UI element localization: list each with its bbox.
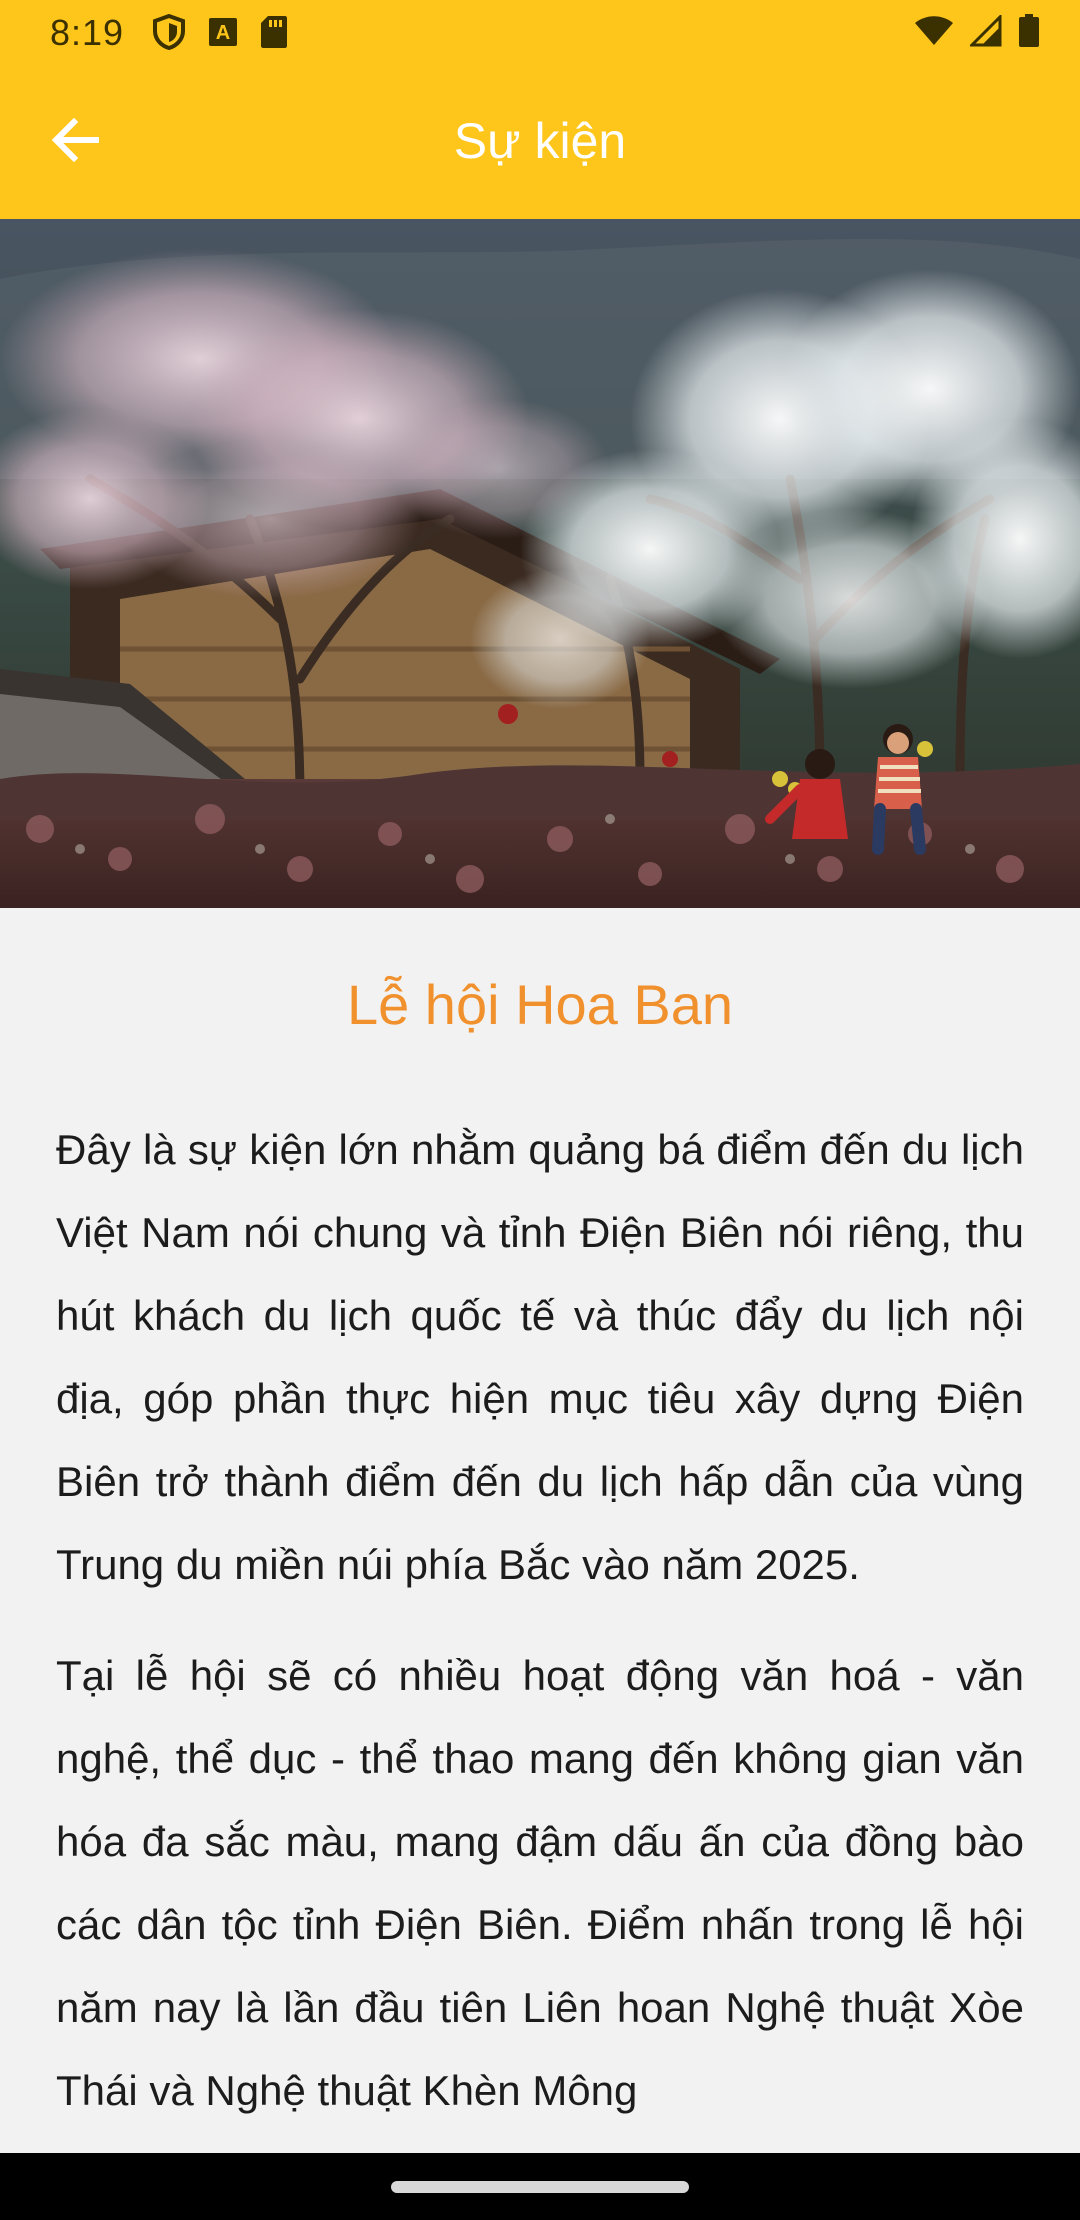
cell-signal-icon <box>970 15 1002 47</box>
toolbar: Sự kiện <box>0 64 1080 219</box>
text-a-icon: A <box>208 17 238 47</box>
svg-text:A: A <box>216 22 230 44</box>
hero-image <box>0 219 1080 908</box>
status-icons-right <box>914 14 1040 48</box>
status-bar: 8:19 A <box>0 0 1080 64</box>
event-body: Đây là sự kiện lớn nhằm quảng bá điểm đế… <box>56 1108 1024 2153</box>
toolbar-title: Sự kiện <box>453 113 627 169</box>
event-content: Lễ hội Hoa Ban Đây là sự kiện lớn nhằm q… <box>0 908 1080 2153</box>
status-time: 8:19 <box>50 12 125 53</box>
home-handle[interactable] <box>391 2181 689 2193</box>
event-title: Lễ hội Hoa Ban <box>346 973 734 1036</box>
event-paragraph: Tại lễ hội sẽ có nhiều hoạt động văn hoá… <box>56 1652 1024 2114</box>
navigation-bar <box>0 2153 1080 2220</box>
battery-icon <box>1018 14 1040 48</box>
sd-card-icon <box>260 15 288 49</box>
status-icons-left: A <box>152 14 288 50</box>
screen: 8:19 A Sự kiện Lễ hội Hoa Ban Đây là sự … <box>0 0 1080 2220</box>
shield-icon <box>152 14 186 50</box>
event-paragraph: Đây là sự kiện lớn nhằm quảng bá điểm đế… <box>56 1126 1024 1588</box>
app-bar: 8:19 A Sự kiện <box>0 0 1080 219</box>
wifi-icon <box>914 15 954 47</box>
